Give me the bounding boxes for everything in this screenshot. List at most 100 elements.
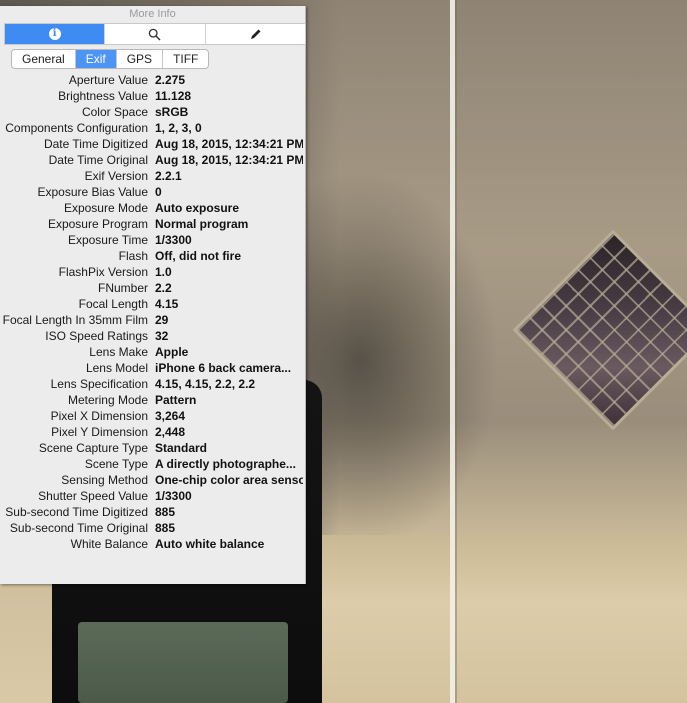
exif-row: Exposure Mode Auto exposure bbox=[0, 200, 305, 216]
icon-tab-bar: i bbox=[4, 23, 306, 45]
tab-general[interactable]: General bbox=[12, 50, 76, 68]
tab-exif[interactable]: Exif bbox=[75, 50, 117, 68]
exif-row: Date Time Original Aug 18, 2015, 12:34:21… bbox=[0, 152, 305, 168]
exif-value[interactable]: 2.2 bbox=[148, 280, 172, 296]
info-icon: i bbox=[48, 28, 61, 40]
exif-list: Aperture Value 2.275 Brightness Value 11.12… bbox=[0, 72, 305, 552]
magnifier-icon bbox=[149, 28, 162, 41]
exif-row: Aperture Value 2.275 bbox=[0, 72, 305, 88]
exif-key: Color Space bbox=[81, 105, 148, 119]
exif-row: FNumber 2.2 bbox=[0, 280, 305, 296]
exif-value[interactable]: 4.15, 4.15, 2.2, 2.2 bbox=[148, 376, 255, 392]
exif-value[interactable]: Aug 18, 2015, 12:34:21 PM bbox=[148, 136, 303, 152]
exif-value[interactable]: 32 bbox=[148, 328, 168, 344]
exif-key: FlashPix Version bbox=[58, 265, 148, 279]
exif-row: Lens Make Apple bbox=[0, 344, 305, 360]
exif-row: Pixel Y Dimension 2,448 bbox=[0, 424, 305, 440]
exif-key: Exif Version bbox=[84, 169, 148, 183]
exif-value[interactable]: 1.0 bbox=[148, 264, 172, 280]
exif-row: White Balance Auto white balance bbox=[0, 536, 305, 552]
exif-row: Focal Length 4.15 bbox=[0, 296, 305, 312]
exif-key: Metering Mode bbox=[67, 393, 148, 407]
exif-key: Flash bbox=[118, 249, 148, 263]
exif-key: Lens Specification bbox=[50, 377, 148, 391]
exif-row: Scene Capture Type Standard bbox=[0, 440, 305, 456]
exif-value[interactable]: 4.15 bbox=[148, 296, 178, 312]
exif-value[interactable]: 11.128 bbox=[148, 88, 191, 104]
tab-tiff[interactable]: TIFF bbox=[163, 50, 208, 68]
exif-key: Pixel X Dimension bbox=[50, 409, 148, 423]
tab-info[interactable]: i bbox=[5, 24, 106, 44]
floor bbox=[300, 535, 687, 703]
exif-value[interactable]: Pattern bbox=[148, 392, 196, 408]
pencil-icon bbox=[250, 29, 261, 39]
exif-row: Exif Version 2.2.1 bbox=[0, 168, 305, 184]
exif-value[interactable]: 885 bbox=[148, 504, 175, 520]
tab-gps[interactable]: GPS bbox=[117, 50, 164, 68]
exif-key: Exposure Time bbox=[67, 233, 148, 247]
exif-row: Exposure Program Normal program bbox=[0, 216, 305, 232]
exif-value[interactable]: Normal program bbox=[148, 216, 248, 232]
exif-key: Date Time Digitized bbox=[43, 137, 148, 151]
exif-row: Sensing Method One-chip color area sensor bbox=[0, 472, 305, 488]
exif-value[interactable]: Auto white balance bbox=[148, 536, 264, 552]
exif-key: Exposure Program bbox=[47, 217, 148, 231]
exif-value[interactable]: 29 bbox=[148, 312, 168, 328]
exif-row: Scene Type A directly photographe... bbox=[0, 456, 305, 472]
exif-key: Focal Length In 35mm Film bbox=[2, 313, 148, 327]
exif-value[interactable]: 2.2.1 bbox=[148, 168, 182, 184]
exif-row: Exposure Time 1/3300 bbox=[0, 232, 305, 248]
exif-value[interactable]: 1/3300 bbox=[148, 232, 192, 248]
exif-key: White Balance bbox=[70, 537, 148, 551]
exif-row: Brightness Value 11.128 bbox=[0, 88, 305, 104]
exif-value[interactable]: Standard bbox=[148, 440, 207, 456]
more-info-panel: More Info i General Exif GPS TIFF Apertu… bbox=[0, 6, 306, 584]
exif-row: Components Configuration 1, 2, 3, 0 bbox=[0, 120, 305, 136]
exif-value[interactable]: 885 bbox=[148, 520, 175, 536]
exif-value[interactable]: Auto exposure bbox=[148, 200, 239, 216]
exif-key: ISO Speed Ratings bbox=[45, 329, 148, 343]
section-tabs: General Exif GPS TIFF bbox=[11, 49, 210, 69]
exif-value[interactable]: Aug 18, 2015, 12:34:21 PM bbox=[148, 152, 303, 168]
exif-value[interactable]: 1/3300 bbox=[148, 488, 192, 504]
exif-value[interactable]: 0 bbox=[148, 184, 162, 200]
exif-key: Date Time Original bbox=[48, 153, 148, 167]
exif-value[interactable]: 1, 2, 3, 0 bbox=[148, 120, 202, 136]
exif-row: Pixel X Dimension 3,264 bbox=[0, 408, 305, 424]
exif-key: Aperture Value bbox=[68, 73, 148, 87]
exif-key: Exposure Mode bbox=[63, 201, 148, 215]
exif-key: Lens Model bbox=[85, 361, 148, 375]
tab-edit[interactable] bbox=[206, 24, 305, 44]
exif-key: Brightness Value bbox=[58, 89, 148, 103]
exif-row: FlashPix Version 1.0 bbox=[0, 264, 305, 280]
exif-row: Color Space sRGB bbox=[0, 104, 305, 120]
tab-search[interactable] bbox=[105, 24, 206, 44]
exif-value[interactable]: A directly photographe... bbox=[148, 456, 296, 472]
exif-value[interactable]: Off, did not fire bbox=[148, 248, 241, 264]
wall-shade bbox=[300, 170, 500, 550]
exif-value[interactable]: sRGB bbox=[148, 104, 188, 120]
exif-key: Focal Length bbox=[78, 297, 148, 311]
exif-key: Sensing Method bbox=[61, 473, 148, 487]
exif-key: Lens Make bbox=[89, 345, 148, 359]
exif-row: Focal Length In 35mm Film 29 bbox=[0, 312, 305, 328]
exif-value[interactable]: 2,448 bbox=[148, 424, 185, 440]
exif-row: Shutter Speed Value 1/3300 bbox=[0, 488, 305, 504]
exif-value[interactable]: One-chip color area sensor bbox=[148, 472, 303, 488]
exif-row: Metering Mode Pattern bbox=[0, 392, 305, 408]
camera-lcd bbox=[78, 622, 288, 703]
exif-key: Shutter Speed Value bbox=[38, 489, 148, 503]
exif-row: Date Time Digitized Aug 18, 2015, 12:34:2… bbox=[0, 136, 305, 152]
exif-row: Lens Specification 4.15, 4.15, 2.2, 2.2 bbox=[0, 376, 305, 392]
exif-key: Sub-second Time Digitized bbox=[5, 505, 148, 519]
exif-value[interactable]: iPhone 6 back camera... bbox=[148, 360, 291, 376]
exif-row: Lens Model iPhone 6 back camera... bbox=[0, 360, 305, 376]
exif-key: Sub-second Time Original bbox=[9, 521, 148, 535]
exif-row: Sub-second Time Digitized 885 bbox=[0, 504, 305, 520]
exif-value[interactable]: 3,264 bbox=[148, 408, 185, 424]
exif-key: Exposure Bias Value bbox=[37, 185, 148, 199]
exif-value[interactable]: Apple bbox=[148, 344, 188, 360]
exif-value[interactable]: 2.275 bbox=[148, 72, 185, 88]
exif-row: ISO Speed Ratings 32 bbox=[0, 328, 305, 344]
wall-seam-shadow bbox=[455, 0, 457, 703]
